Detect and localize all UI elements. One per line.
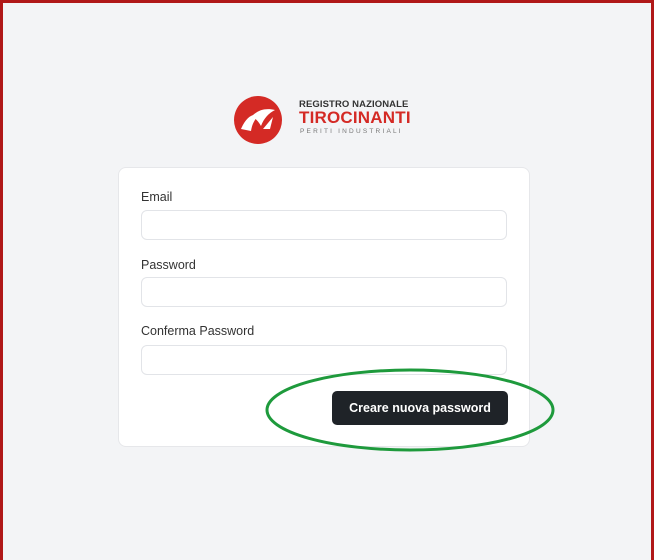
page-frame: REGISTRO NAZIONALE TIROCINANTI PERITI IN… [0, 0, 654, 560]
reset-password-card: Email Password Conferma Password Creare … [118, 167, 530, 447]
logo-title-main: TIROCINANTI [299, 108, 411, 127]
password-field[interactable] [141, 277, 507, 307]
email-field[interactable] [141, 210, 507, 240]
password-label: Password [141, 258, 196, 272]
logo: REGISTRO NAZIONALE TIROCINANTI PERITI IN… [233, 93, 433, 145]
email-label: Email [141, 190, 173, 204]
confirm-password-field[interactable] [141, 345, 507, 375]
confirm-password-label: Conferma Password [141, 324, 255, 338]
logo-subtitle: PERITI INDUSTRIALI [300, 128, 403, 135]
logo-emblem-icon [234, 96, 282, 144]
create-new-password-button[interactable]: Creare nuova password [332, 391, 508, 425]
